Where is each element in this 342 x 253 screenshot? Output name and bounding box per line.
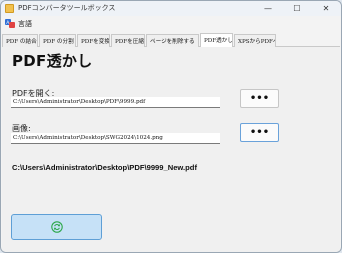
close-button[interactable]: ✕ (315, 1, 337, 16)
page-title: PDF透かし (12, 52, 93, 70)
image-path-field[interactable]: C:\Users\Administrator\Desktop\SWG2024\1… (11, 133, 220, 144)
refresh-circle-icon (50, 221, 63, 233)
maximize-button[interactable]: ☐ (286, 1, 308, 16)
pdf-path-field[interactable]: C:\Users\Administrator\Desktop\PDF\9999.… (11, 97, 220, 108)
tab-pdf-watermark[interactable]: PDF透かし (200, 33, 233, 47)
minimize-button[interactable]: — (257, 1, 279, 16)
tab-split-pdf[interactable]: PDF の分割 (39, 34, 76, 47)
title-bar[interactable]: PDFコンバータツールボックス — ☐ ✕ (1, 1, 341, 16)
language-menu[interactable]: 言語 (18, 19, 32, 29)
tab-xps-to-pdf[interactable]: XPSからPDFへ (234, 34, 276, 47)
tab-delete-pages[interactable]: ページを削除する (146, 34, 199, 47)
tab-bar: PDF の結合 PDF の分割 PDFを変換 PDFを圧縮 ページを削除する P… (2, 33, 340, 47)
menu-bar (1, 16, 341, 31)
output-path-text: C:\Users\Administrator\Desktop\PDF\9999_… (12, 163, 197, 172)
app-logo-icon (5, 4, 14, 13)
run-watermark-button[interactable] (11, 214, 102, 240)
language-icon[interactable]: A (5, 19, 15, 28)
tab-convert-pdf[interactable]: PDFを変換 (77, 34, 110, 47)
browse-pdf-button[interactable]: ••• (240, 89, 279, 108)
browse-image-button[interactable]: ••• (240, 123, 279, 142)
tab-merge-pdf[interactable]: PDF の結合 (2, 34, 38, 47)
tab-compress-pdf[interactable]: PDFを圧縮 (111, 34, 145, 47)
window-title: PDFコンバータツールボックス (18, 4, 116, 12)
app-window: PDFコンバータツールボックス — ☐ ✕ A 言語 PDF の結合 PDF の… (0, 0, 342, 253)
